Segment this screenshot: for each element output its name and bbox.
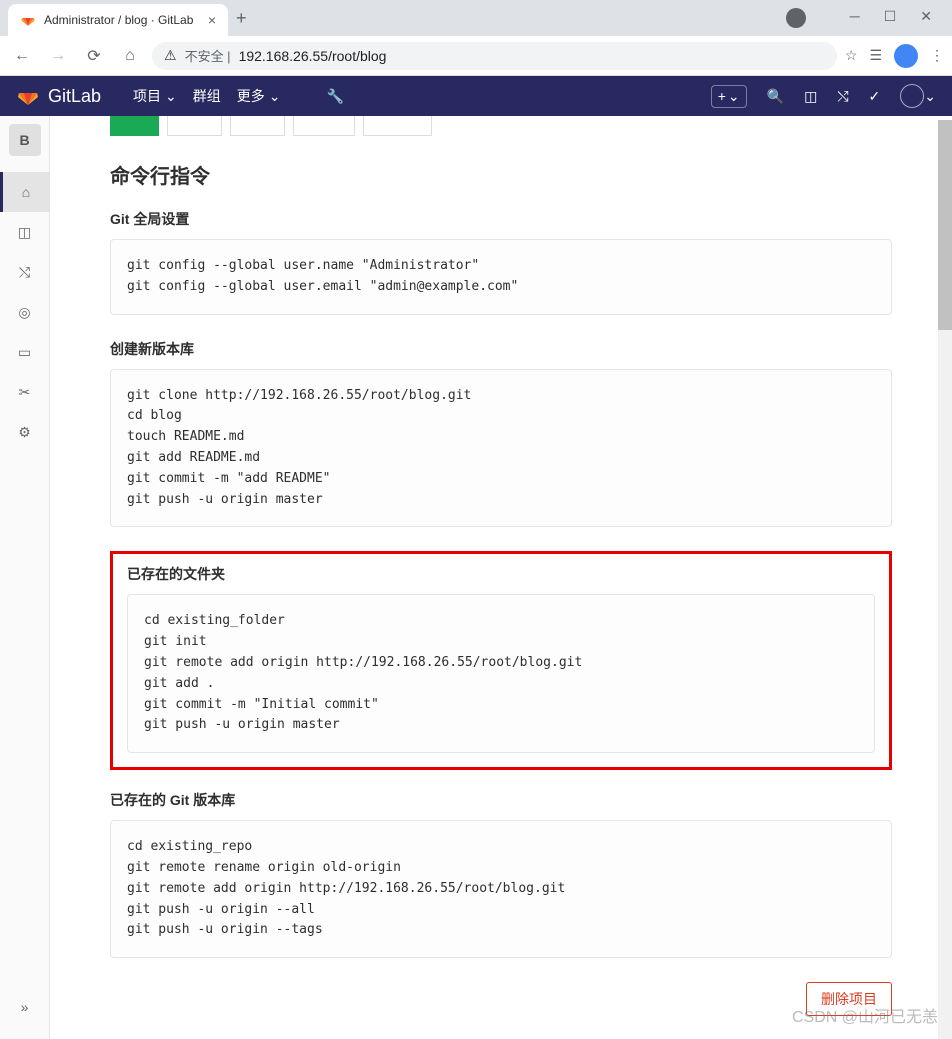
new-dropdown-button[interactable]: + ⌄ <box>711 85 747 108</box>
sidebar-cicd-icon[interactable]: ◎ <box>0 292 50 332</box>
insecure-label: 不安全 | <box>185 46 231 65</box>
minimize-button[interactable]: ─ <box>850 8 860 28</box>
tab-title: Administrator / blog · GitLab <box>44 13 193 27</box>
insecure-icon: ⚠ <box>164 47 177 64</box>
action-button[interactable] <box>363 116 432 136</box>
main-content: 命令行指令 Git 全局设置 git config --global user.… <box>50 116 952 1039</box>
action-button[interactable] <box>230 116 285 136</box>
tab-bar: Administrator / blog · GitLab × + ─ ☐ ✕ <box>0 0 952 36</box>
sidebar-merge-requests-icon[interactable]: ⤭ <box>0 252 50 292</box>
action-button-row <box>110 116 892 136</box>
search-icon[interactable]: 🔍 <box>767 88 784 105</box>
code-text[interactable]: git clone http://192.168.26.55/root/blog… <box>127 386 875 511</box>
user-menu[interactable]: ⌄ <box>900 84 936 108</box>
profile-avatar-icon[interactable] <box>894 44 918 68</box>
sidebar-expand-icon[interactable]: » <box>0 987 50 1027</box>
sidebar-settings-icon[interactable]: ⚙ <box>0 412 50 452</box>
url-input[interactable]: ⚠ 不安全 | 192.168.26.55/root/blog <box>152 42 837 70</box>
user-avatar-icon <box>900 84 924 108</box>
chevron-down-icon: ⌄ <box>924 88 936 105</box>
highlight-existing-folder: 已存在的文件夹 cd existing_folder git init git … <box>110 551 892 770</box>
global-settings-label: Git 全局设置 <box>110 209 892 229</box>
sidebar-repository-icon[interactable]: ◫ <box>0 212 50 252</box>
existing-repo-code: cd existing_repo git remote rename origi… <box>110 820 892 958</box>
chevron-down-icon: ⌄ <box>728 88 740 105</box>
sidebar-home-icon[interactable]: ⌂ <box>0 172 50 212</box>
sidebar-wiki-icon[interactable]: ▭ <box>0 332 50 372</box>
action-button-primary[interactable] <box>110 116 159 136</box>
gitlab-favicon-icon <box>20 12 36 28</box>
global-settings-code: git config --global user.name "Administr… <box>110 239 892 315</box>
gitlab-header: GitLab 项目 ⌄ 群组 更多 ⌄ 🔧 + ⌄ 🔍 ◫ ⤭ ✓ ⌄ <box>0 76 952 116</box>
gitlab-brand-text: GitLab <box>48 86 101 107</box>
url-text: 192.168.26.55/root/blog <box>239 48 387 64</box>
browser-menu-icon[interactable]: ⋮ <box>930 47 944 64</box>
bookmark-star-icon[interactable]: ☆ <box>845 47 858 64</box>
code-text[interactable]: cd existing_repo git remote rename origi… <box>127 837 875 941</box>
existing-folder-label: 已存在的文件夹 <box>127 564 875 584</box>
code-text[interactable]: git config --global user.name "Administr… <box>127 256 875 298</box>
existing-repo-label: 已存在的 Git 版本库 <box>110 790 892 810</box>
code-text[interactable]: cd existing_folder git init git remote a… <box>144 611 858 736</box>
reload-button[interactable]: ⟳ <box>80 42 108 70</box>
existing-folder-code: cd existing_folder git init git remote a… <box>127 594 875 753</box>
back-button[interactable]: ← <box>8 42 36 70</box>
issues-icon[interactable]: ◫ <box>804 88 817 105</box>
merge-requests-icon[interactable]: ⤭ <box>837 88 848 105</box>
chevron-down-icon: ⌄ <box>269 88 281 105</box>
maximize-button[interactable]: ☐ <box>884 8 897 28</box>
browser-chrome: Administrator / blog · GitLab × + ─ ☐ ✕ … <box>0 0 952 76</box>
nav-groups[interactable]: 群组 <box>193 86 221 106</box>
home-button[interactable]: ⌂ <box>116 42 144 70</box>
forward-button[interactable]: → <box>44 42 72 70</box>
action-button[interactable] <box>293 116 355 136</box>
chevron-down-icon: ⌄ <box>165 88 177 105</box>
nav-admin-wrench-icon[interactable]: 🔧 <box>327 86 344 106</box>
new-tab-button[interactable]: + <box>236 8 247 29</box>
section-title: 命令行指令 <box>110 160 892 189</box>
reading-list-icon[interactable]: ☰ <box>869 47 882 64</box>
gitlab-logo[interactable]: GitLab <box>16 84 101 108</box>
nav-projects[interactable]: 项目 ⌄ <box>133 86 177 106</box>
project-avatar[interactable]: B <box>9 124 41 156</box>
scrollbar-thumb[interactable] <box>938 120 952 330</box>
incognito-icon <box>786 8 806 28</box>
action-button[interactable] <box>167 116 222 136</box>
scrollbar-track[interactable] <box>938 120 952 1039</box>
tab-close-icon[interactable]: × <box>208 12 216 28</box>
new-repo-label: 创建新版本库 <box>110 339 892 359</box>
sidebar-snippets-icon[interactable]: ✂ <box>0 372 50 412</box>
browser-tab[interactable]: Administrator / blog · GitLab × <box>8 4 228 36</box>
delete-project-button[interactable]: 删除项目 <box>806 982 892 1016</box>
todos-icon[interactable]: ✓ <box>869 88 881 105</box>
project-sidebar: B ⌂ ◫ ⤭ ◎ ▭ ✂ ⚙ » <box>0 116 50 1039</box>
window-controls: ─ ☐ ✕ <box>786 8 944 28</box>
address-bar: ← → ⟳ ⌂ ⚠ 不安全 | 192.168.26.55/root/blog … <box>0 36 952 76</box>
new-repo-code: git clone http://192.168.26.55/root/blog… <box>110 369 892 528</box>
close-window-button[interactable]: ✕ <box>920 8 932 28</box>
nav-more[interactable]: 更多 ⌄ <box>237 86 281 106</box>
